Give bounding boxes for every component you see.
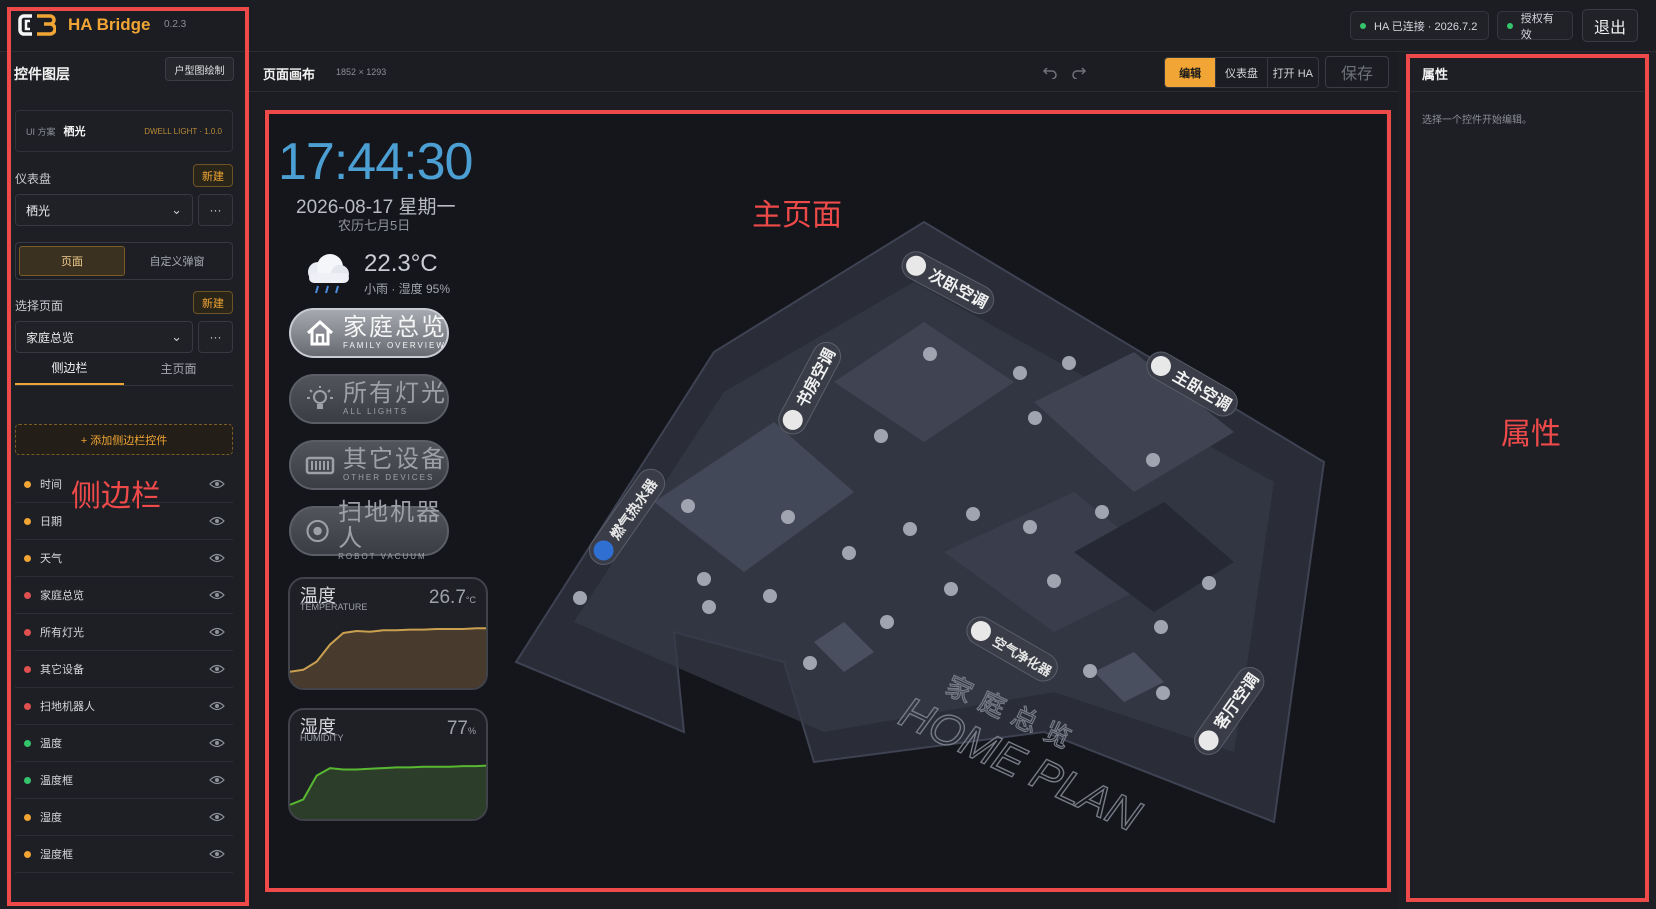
undo-icon[interactable] bbox=[1042, 63, 1058, 79]
save-button[interactable]: 保存 bbox=[1325, 56, 1389, 88]
connected-dot-icon bbox=[1360, 22, 1366, 29]
properties-annotation: 属性 bbox=[1501, 418, 1561, 451]
logout-button[interactable]: 退出 bbox=[1582, 9, 1638, 42]
license-dot-icon bbox=[1507, 22, 1513, 29]
canvas-toolbar: 页面画布 1852 × 1293 编辑 仪表盘 打开 HA 保存 bbox=[248, 52, 1398, 92]
license-status: 授权有效 bbox=[1497, 11, 1573, 41]
redo-icon[interactable] bbox=[1071, 63, 1087, 79]
mode-switch: 编辑 仪表盘 打开 HA bbox=[1164, 57, 1319, 88]
ha-connection-text: HA 已连接 · 2026.7.2 bbox=[1374, 20, 1478, 33]
mode-dashboard[interactable]: 仪表盘 bbox=[1216, 58, 1268, 87]
mode-open-ha[interactable]: 打开 HA bbox=[1268, 58, 1318, 87]
ha-connection-status: HA 已连接 · 2026.7.2 bbox=[1350, 11, 1489, 40]
main-page-annotation: 主页面 bbox=[752, 199, 842, 232]
sidebar-annotation: 侧边栏 bbox=[71, 480, 161, 513]
properties-highlight-box bbox=[1406, 54, 1649, 902]
sidebar-highlight-box bbox=[7, 7, 249, 906]
mode-edit[interactable]: 编辑 bbox=[1165, 58, 1217, 87]
canvas-title: 页面画布 bbox=[263, 67, 316, 82]
license-text: 授权有效 bbox=[1520, 12, 1554, 41]
canvas-size: 1852 × 1293 bbox=[336, 67, 387, 77]
